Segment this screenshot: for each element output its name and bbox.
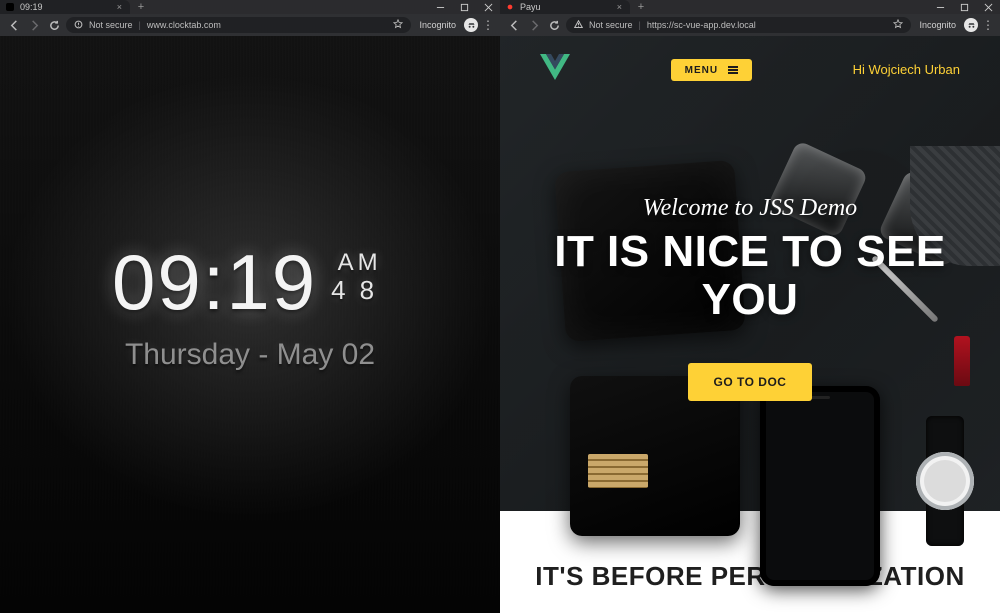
hero-welcome: Welcome to JSS Demo bbox=[530, 195, 970, 222]
viewport-right[interactable]: MENU Hi Wojciech Urban Welcome to JSS De… bbox=[500, 36, 1000, 613]
browser-window-right: Payu × + Not secure | https://sc-vue-app… bbox=[500, 0, 1000, 613]
incognito-label: Incognito bbox=[415, 20, 460, 30]
clock-widget: 09:19 AM 48 Thursday - May 02 bbox=[112, 237, 388, 372]
cta-button[interactable]: GO TO DOC bbox=[688, 363, 813, 401]
not-secure-label: Not secure bbox=[589, 20, 633, 30]
greeting-text: Hi Wojciech Urban bbox=[853, 62, 960, 77]
decor-phone-icon bbox=[760, 386, 880, 586]
browser-menu-button[interactable]: ⋮ bbox=[482, 18, 494, 32]
window-minimize-button[interactable] bbox=[928, 0, 952, 14]
not-secure-label: Not secure bbox=[89, 20, 133, 30]
tab-clocktab[interactable]: 09:19 × bbox=[0, 0, 130, 14]
omnibox-left[interactable]: Not secure | www.clocktab.com bbox=[66, 17, 411, 33]
new-tab-button[interactable]: + bbox=[130, 0, 152, 14]
titlebar-right[interactable]: Payu × + bbox=[500, 0, 1000, 14]
titlebar-left[interactable]: 09:19 × + bbox=[0, 0, 500, 14]
tab-close-button[interactable]: × bbox=[117, 3, 122, 12]
hero-center: Welcome to JSS Demo IT IS NICE TO SEE YO… bbox=[500, 195, 1000, 401]
address-bar-left: Not secure | www.clocktab.com Incognito … bbox=[0, 14, 500, 36]
site-topbar: MENU Hi Wojciech Urban bbox=[500, 36, 1000, 85]
tab-payu[interactable]: Payu × bbox=[500, 0, 630, 14]
clock-background: 09:19 AM 48 Thursday - May 02 bbox=[0, 36, 500, 613]
incognito-icon[interactable] bbox=[464, 18, 478, 32]
url-text: www.clocktab.com bbox=[147, 20, 221, 30]
hero-title: IT IS NICE TO SEE YOU bbox=[530, 228, 970, 323]
bookmark-star-icon[interactable] bbox=[893, 19, 903, 31]
clock-seconds: 48 bbox=[331, 275, 388, 306]
back-button[interactable] bbox=[6, 17, 22, 33]
section-heading: IT'S BEFORE PERSONALIZATION bbox=[520, 561, 980, 592]
desktop: 09:19 × + Not secure | www.clocktab.com bbox=[0, 0, 1000, 613]
window-maximize-button[interactable] bbox=[952, 0, 976, 14]
window-minimize-button[interactable] bbox=[428, 0, 452, 14]
viewport-left: 09:19 AM 48 Thursday - May 02 bbox=[0, 36, 500, 613]
window-controls-left bbox=[428, 0, 500, 14]
window-controls-right bbox=[928, 0, 1000, 14]
back-button[interactable] bbox=[506, 17, 522, 33]
window-maximize-button[interactable] bbox=[452, 0, 476, 14]
favicon-clock-icon bbox=[6, 3, 14, 11]
clock-time: 09:19 bbox=[112, 237, 317, 328]
tab-close-button[interactable]: × bbox=[617, 3, 622, 12]
reload-button[interactable] bbox=[46, 17, 62, 33]
not-secure-warning-icon bbox=[574, 20, 583, 31]
reload-button[interactable] bbox=[546, 17, 562, 33]
incognito-icon[interactable] bbox=[964, 18, 978, 32]
menu-label: MENU bbox=[685, 65, 718, 76]
decor-watch-icon bbox=[900, 416, 990, 546]
browser-window-left: 09:19 × + Not secure | www.clocktab.com bbox=[0, 0, 500, 613]
clock-ampm: AM bbox=[331, 249, 388, 277]
address-bar-right: Not secure | https://sc-vue-app.dev.loca… bbox=[500, 14, 1000, 36]
window-close-button[interactable] bbox=[476, 0, 500, 14]
forward-button[interactable] bbox=[26, 17, 42, 33]
not-secure-icon bbox=[74, 20, 83, 31]
new-tab-button[interactable]: + bbox=[630, 0, 652, 14]
tab-title: Payu bbox=[520, 2, 541, 12]
incognito-label: Incognito bbox=[915, 20, 960, 30]
favicon-opera-icon bbox=[506, 3, 514, 11]
hamburger-icon bbox=[728, 65, 738, 76]
site-root: MENU Hi Wojciech Urban Welcome to JSS De… bbox=[500, 36, 1000, 613]
bookmark-star-icon[interactable] bbox=[393, 19, 403, 31]
vue-logo-icon[interactable] bbox=[540, 54, 570, 85]
browser-menu-button[interactable]: ⋮ bbox=[982, 18, 994, 32]
hero-section: MENU Hi Wojciech Urban Welcome to JSS De… bbox=[500, 36, 1000, 511]
window-close-button[interactable] bbox=[976, 0, 1000, 14]
omnibox-right[interactable]: Not secure | https://sc-vue-app.dev.loca… bbox=[566, 17, 911, 33]
forward-button[interactable] bbox=[526, 17, 542, 33]
url-text: https://sc-vue-app.dev.local bbox=[647, 20, 756, 30]
menu-button[interactable]: MENU bbox=[671, 59, 752, 81]
clock-date: Thursday - May 02 bbox=[112, 338, 388, 372]
tab-title: 09:19 bbox=[20, 2, 43, 12]
